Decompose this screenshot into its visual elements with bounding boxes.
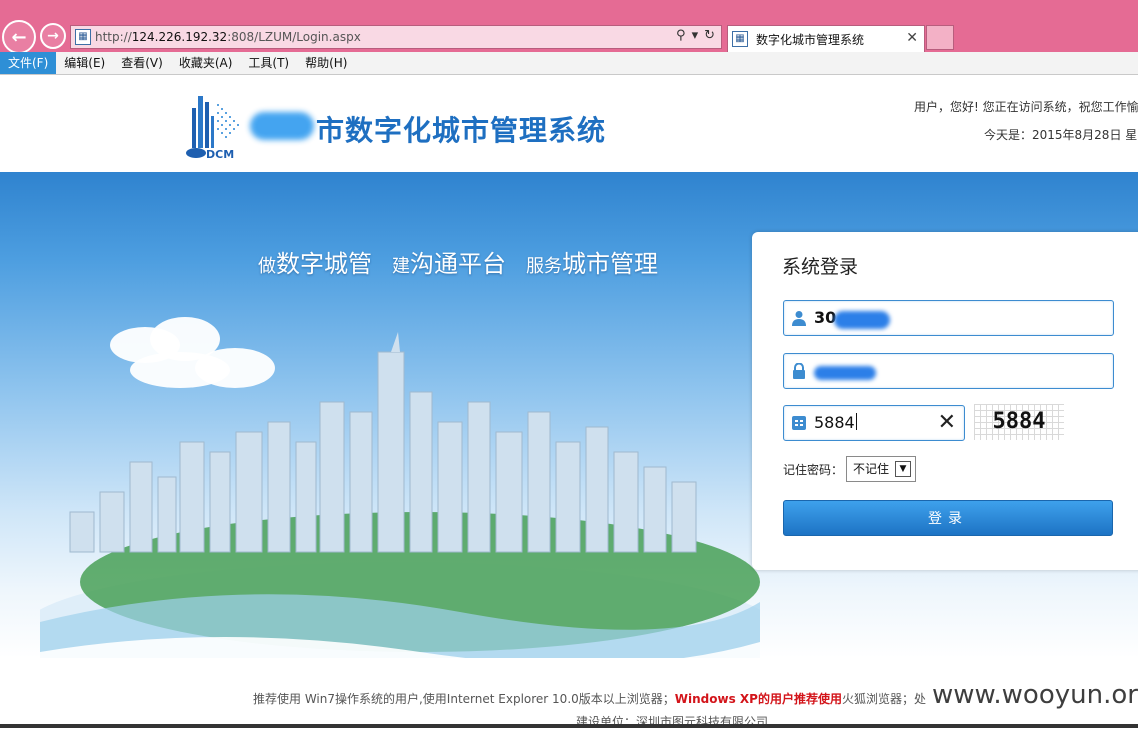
- menu-help[interactable]: 帮助(H): [297, 52, 355, 74]
- password-redaction: [814, 366, 876, 380]
- slogan: 做数字城管 建沟通平台 服务城市管理: [258, 250, 658, 278]
- address-tools: ⚲ ▾ ↻: [676, 28, 715, 43]
- menu-view[interactable]: 查看(V): [113, 52, 171, 74]
- today-date: 今天是：2015年8月28日 星: [984, 128, 1138, 142]
- refresh-icon[interactable]: ↻: [704, 28, 715, 43]
- captcha-image[interactable]: 5884: [974, 404, 1064, 440]
- city-skyline-illustration: [40, 332, 760, 658]
- title-redaction: [250, 112, 314, 140]
- back-arrow-icon: ←: [11, 26, 27, 48]
- login-title: 系统登录: [782, 256, 859, 278]
- captcha-input[interactable]: 5884 ✕: [783, 405, 965, 441]
- chevron-down-icon: ▼: [895, 461, 911, 477]
- new-tab-button[interactable]: [926, 25, 954, 50]
- menu-favorites[interactable]: 收藏夹(A): [171, 52, 241, 74]
- password-field[interactable]: [783, 353, 1114, 389]
- browser-chrome: ← → ▦ http://124.226.192.32:808/LZUM/Log…: [0, 0, 1138, 54]
- browser-notice: 推荐使用 Win7操作系统的用户,使用Internet Explorer 10.…: [253, 692, 926, 706]
- forward-arrow-icon: →: [47, 28, 59, 44]
- captcha-icon: [792, 416, 806, 430]
- tab-title: 数字化城市管理系统: [756, 32, 865, 47]
- login-button[interactable]: 登录: [783, 500, 1113, 536]
- user-icon: [792, 311, 806, 326]
- tab-favicon-icon: ▦: [732, 31, 748, 47]
- address-url[interactable]: http://124.226.192.32:808/LZUM/Login.asp…: [95, 30, 361, 44]
- menu-bar: 文件(F) 编辑(E) 查看(V) 收藏夹(A) 工具(T) 帮助(H): [0, 52, 1138, 75]
- close-icon[interactable]: ✕: [906, 30, 918, 46]
- forward-button[interactable]: →: [40, 23, 66, 49]
- menu-file[interactable]: 文件(F): [0, 52, 57, 74]
- address-bar[interactable]: ▦ http://124.226.192.32:808/LZUM/Login.a…: [70, 25, 722, 49]
- remember-select[interactable]: 不记住 ▼: [846, 456, 916, 482]
- tab-active[interactable]: ▦ 数字化城市管理系统 ✕: [727, 25, 925, 52]
- site-favicon-icon: ▦: [75, 29, 91, 45]
- login-panel: 系统登录 30 5884 ✕ 5884 记住密码： 不记住 ▼ 登录: [752, 232, 1138, 570]
- watermark-text: www.wooyun.org: [932, 680, 1138, 710]
- clear-icon[interactable]: ✕: [938, 412, 956, 434]
- site-header: DCM 市数字化城市管理系统 用户，您好! 您正在访问系统，祝您工作愉 今天是：…: [0, 75, 1138, 172]
- svg-text:DCM: DCM: [206, 148, 234, 160]
- username-redaction: [834, 311, 890, 329]
- taskbar-strip: [0, 724, 1138, 728]
- username-value: 30: [814, 308, 837, 327]
- menu-tools[interactable]: 工具(T): [240, 52, 297, 74]
- menu-edit[interactable]: 编辑(E): [56, 52, 113, 74]
- page-title: 市数字化城市管理系统: [316, 114, 607, 147]
- dropdown-arrow-icon[interactable]: ▾: [692, 28, 699, 43]
- username-field[interactable]: 30: [783, 300, 1114, 336]
- greeting-text: 用户，您好! 您正在访问系统，祝您工作愉: [914, 100, 1138, 114]
- remember-label: 记住密码：: [783, 463, 844, 477]
- search-icon[interactable]: ⚲: [676, 28, 686, 43]
- lock-icon: [793, 363, 805, 379]
- back-button[interactable]: ←: [2, 20, 36, 54]
- dcm-logo: DCM: [186, 96, 239, 160]
- captcha-value: 5884: [814, 413, 857, 432]
